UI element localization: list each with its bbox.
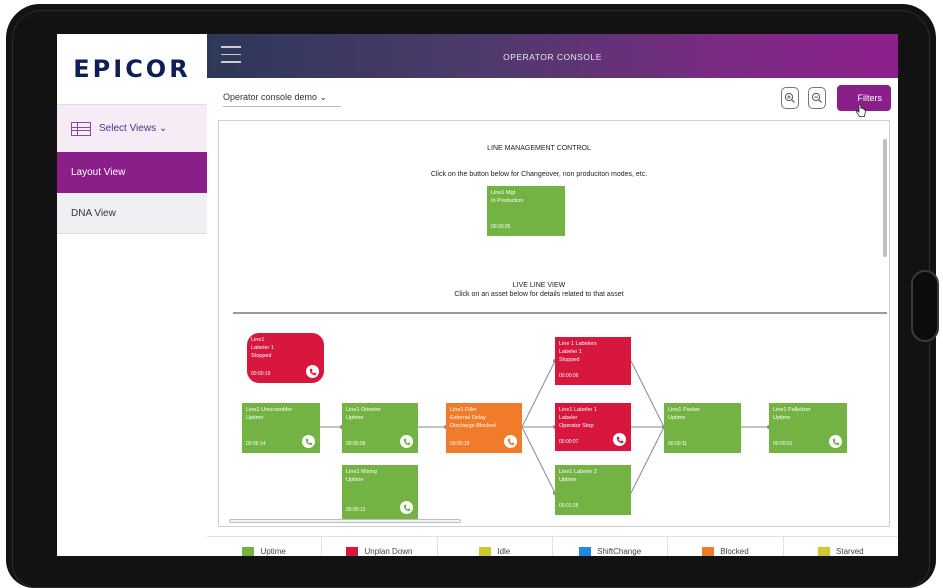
sidebar-item-label: Layout View <box>71 167 126 178</box>
asset-labelers[interactable]: Line 1 Labelers Labeler 1 Stopped 00:00:… <box>555 337 631 385</box>
asset-mixing[interactable]: Line1 Mixing Uptime 00:00:13 <box>342 465 418 519</box>
asset-name: Line 1 Labelers <box>559 341 597 347</box>
hand-cursor-icon <box>855 104 866 117</box>
zoom-out-icon <box>811 92 822 103</box>
legend-starved: Starved <box>784 537 898 556</box>
tablet-frame: EPICOR Select Views ⌄ Layout View DNA Vi… <box>0 0 943 588</box>
logo-area: EPICOR <box>57 34 207 104</box>
select-views-label: Select Views ⌄ <box>99 123 168 134</box>
legend-uptime: Uptime <box>207 537 323 556</box>
legend-swatch <box>346 547 359 556</box>
asset-extra: Operator Stop <box>559 423 594 429</box>
asset-timer: 00:00:18 <box>450 441 470 447</box>
legend-swatch <box>579 547 592 556</box>
asset-unscrambler[interactable]: Line1 Unscrambler Uptime 00:06:14 <box>242 403 320 453</box>
asset-name: Line1 Filler <box>450 407 477 413</box>
legend-swatch <box>242 547 255 556</box>
legend-label: Unplan Down <box>364 547 413 556</box>
asset-timer: 00:00:06 <box>559 373 579 379</box>
asset-status: Labeler <box>559 415 578 421</box>
legend-unplan-down: Unplan Down <box>322 537 438 556</box>
phone-icon[interactable] <box>400 501 413 514</box>
toolbar: Operator console demo ⌄ Filters <box>207 78 898 117</box>
app-screen: EPICOR Select Views ⌄ Layout View DNA Vi… <box>57 34 898 556</box>
phone-icon[interactable] <box>400 435 413 448</box>
asset-status: Labeler 1 <box>559 349 582 355</box>
phone-icon[interactable] <box>302 435 315 448</box>
asset-labeler-1[interactable]: Line1 Labeler 1 Labeler Operator Stop 00… <box>555 403 631 451</box>
asset-packer[interactable]: Line1 Packer Uptime 00:00:11 <box>664 403 741 453</box>
legend-shiftchange: ShiftChange <box>553 537 669 556</box>
asset-status: Labeler 1 <box>251 345 274 351</box>
asset-status: Uptime <box>668 415 686 421</box>
sidebar-item-label: DNA View <box>71 207 116 219</box>
asset-filler[interactable]: Line1 Filler External Delay Discharge Bl… <box>446 403 522 453</box>
asset-name: Line1 Labeler 1 <box>559 407 597 413</box>
asset-orienter[interactable]: Line1 Orienter Uptime 00:00:09 <box>342 403 418 453</box>
sidebar-item-dna-view[interactable]: DNA View <box>57 193 207 234</box>
legend-label: Starved <box>836 547 864 556</box>
sidebar-item-layout-view[interactable]: Layout View <box>57 152 207 193</box>
legend-idle: Idle <box>438 537 553 556</box>
asset-name: Line1 Mixing <box>346 469 377 475</box>
phone-icon[interactable] <box>306 365 319 378</box>
asset-timer: 00:01:25 <box>559 503 579 509</box>
asset-status: Uptime <box>246 415 264 421</box>
asset-extra: Stopped <box>251 353 272 359</box>
legend-label: Idle <box>497 547 511 556</box>
asset-name: Line1 Orienter <box>346 407 381 413</box>
asset-extra: Stopped <box>559 357 580 363</box>
asset-name: Line1 Packer <box>668 407 701 413</box>
asset-name: Line1 Unscrambler <box>246 407 293 413</box>
phone-icon[interactable] <box>613 433 626 446</box>
legend-swatch <box>818 547 831 556</box>
asset-timer: 00:00:13 <box>346 507 366 513</box>
legend-blocked: Blocked <box>668 537 784 556</box>
sidebar: EPICOR Select Views ⌄ Layout View DNA Vi… <box>57 34 207 556</box>
asset-timer: 00:00:07 <box>559 439 579 445</box>
phone-icon[interactable] <box>829 435 842 448</box>
asset-palletizer[interactable]: Line1 Palletizer Uptime 00:00:01 <box>769 403 847 453</box>
horizontal-scrollbar[interactable] <box>229 519 461 523</box>
vertical-scrollbar[interactable] <box>883 139 887 257</box>
asset-timer: 00:00:19 <box>251 371 271 377</box>
tablet-home-button[interactable] <box>911 270 939 342</box>
legend-label: ShiftChange <box>597 547 642 556</box>
phone-icon[interactable] <box>504 435 517 448</box>
zoom-out-button[interactable] <box>808 87 826 109</box>
asset-name: Line1 Palletizer <box>773 407 811 413</box>
asset-status: Uptime <box>346 477 364 483</box>
legend-swatch <box>702 547 715 556</box>
asset-line1[interactable]: Line1 Labeler 1 Stopped 00:00:19 <box>247 333 324 383</box>
asset-timer: 00:00:01 <box>773 441 793 447</box>
layout-canvas[interactable]: LINE MANAGEMENT CONTROL Click on the but… <box>218 120 890 527</box>
legend-label: Uptime <box>260 547 286 556</box>
asset-name: Line1 Labeler 2 <box>559 469 597 475</box>
grid-icon <box>71 121 91 136</box>
asset-labeler-2[interactable]: Line1 Labeler 2 Uptime 00:01:25 <box>555 465 631 515</box>
zoom-in-button[interactable] <box>781 87 799 109</box>
asset-status: Uptime <box>773 415 791 421</box>
asset-status: External Delay <box>450 415 486 421</box>
epicor-logo: EPICOR <box>73 55 191 83</box>
legend-swatch <box>479 547 492 556</box>
zoom-in-icon <box>784 92 795 103</box>
asset-status: Uptime <box>559 477 577 483</box>
asset-name: Line1 <box>251 337 265 343</box>
view-selector[interactable]: Operator console demo ⌄ <box>223 92 341 107</box>
asset-timer: 00:06:14 <box>246 441 266 447</box>
status-legend: Uptime Unplan Down Idle ShiftChange Bloc… <box>207 536 898 556</box>
asset-status: Uptime <box>346 415 364 421</box>
page-title: OPERATOR CONSOLE <box>503 52 602 62</box>
select-views-dropdown[interactable]: Select Views ⌄ <box>57 104 207 152</box>
asset-timer: 00:00:11 <box>668 441 688 447</box>
legend-label: Blocked <box>720 547 749 556</box>
asset-timer: 00:00:09 <box>346 441 366 447</box>
app-header: OPERATOR CONSOLE <box>207 34 898 78</box>
asset-extra: Discharge Blocked <box>450 423 496 429</box>
